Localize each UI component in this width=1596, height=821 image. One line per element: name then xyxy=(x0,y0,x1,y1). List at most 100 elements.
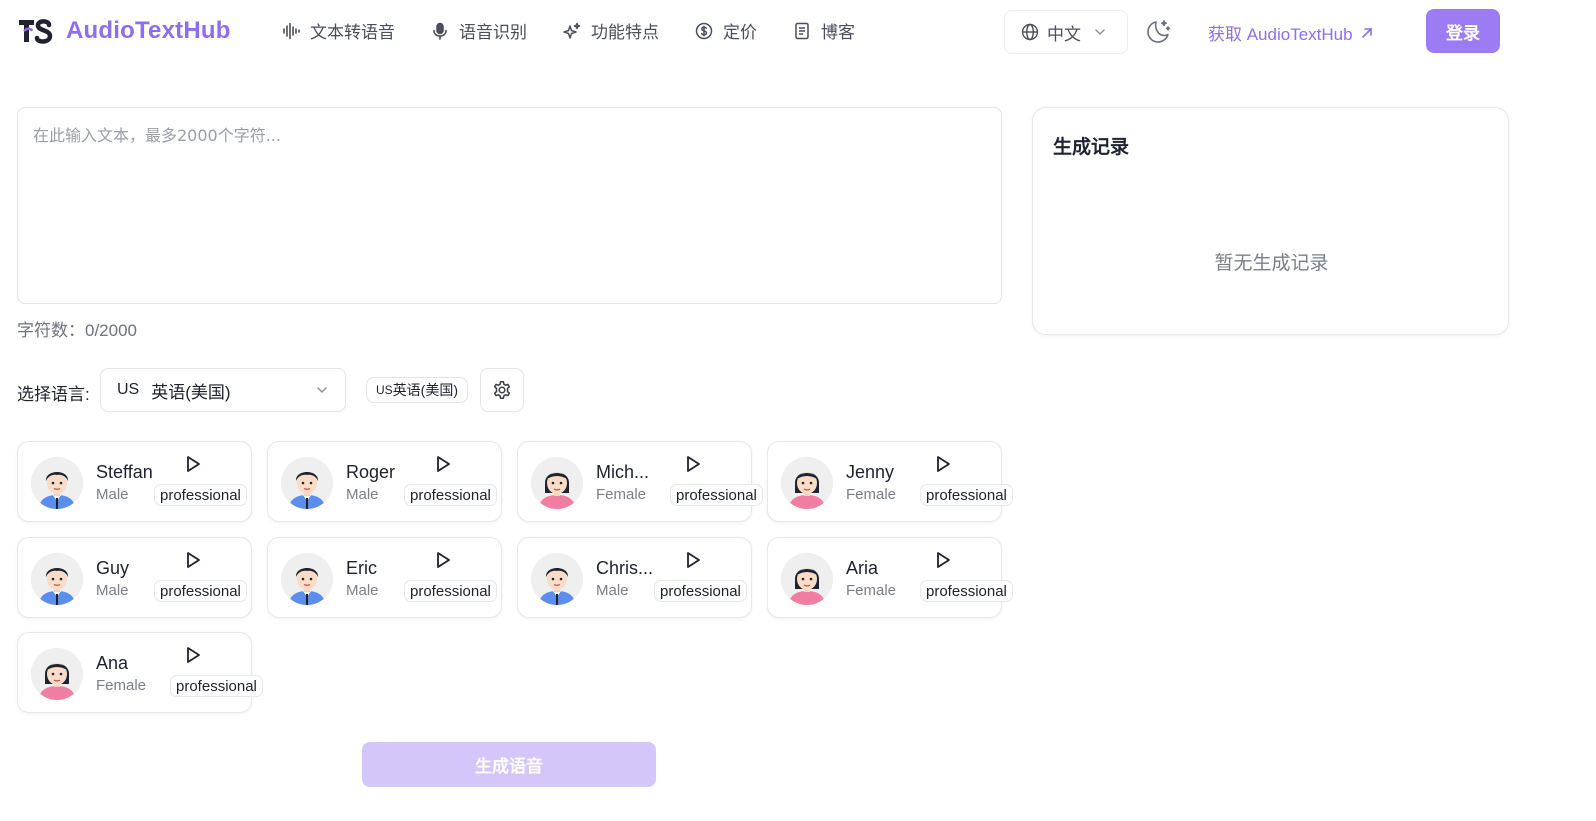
play-preview-button[interactable] xyxy=(433,550,453,570)
voice-card[interactable]: Steffan Male professional xyxy=(17,441,252,522)
voice-name: Ana xyxy=(96,653,129,673)
nav-label: 功能特点 xyxy=(591,23,659,42)
voice-style-tag: professional xyxy=(170,675,263,697)
selected-language-tag: US 英语(美国) xyxy=(366,377,468,403)
generate-speech-button[interactable]: 生成语音 xyxy=(362,742,656,787)
globe-icon xyxy=(1021,23,1039,41)
nav-item-asr[interactable]: 语音识别 xyxy=(431,18,527,43)
voice-settings-button[interactable] xyxy=(480,368,524,412)
voice-gender: Female xyxy=(846,582,897,599)
voice-gender: Male xyxy=(96,582,129,599)
brand-name: AudioTextHub xyxy=(66,17,231,44)
play-preview-button[interactable] xyxy=(933,550,953,570)
get-app-link[interactable]: 获取 AudioTextHub xyxy=(1208,20,1373,45)
play-icon xyxy=(187,552,200,568)
play-preview-button[interactable] xyxy=(183,645,203,665)
nav-item-features[interactable]: 功能特点 xyxy=(563,18,659,43)
voice-card[interactable]: Aria Female professional xyxy=(767,537,1013,618)
voice-style-tag: professional xyxy=(670,484,763,506)
voice-name: Mich... xyxy=(596,462,650,482)
voice-card[interactable]: Roger Male professional xyxy=(267,441,502,522)
play-icon xyxy=(437,456,450,472)
voice-avatar xyxy=(281,553,333,605)
play-icon xyxy=(937,552,950,568)
voice-gender: Female xyxy=(96,677,147,694)
main-nav: 文本转语音 语音识别 功能特点 定价 博客 xyxy=(282,18,891,43)
voice-name: Aria xyxy=(846,558,879,578)
play-icon xyxy=(687,456,700,472)
voice-avatar xyxy=(781,553,833,605)
selected-language-tag-label: 英语(美国) xyxy=(392,382,458,398)
nav-item-pricing[interactable]: 定价 xyxy=(695,18,757,43)
voice-card[interactable]: Guy Male professional xyxy=(17,537,252,618)
voice-name: Roger xyxy=(346,462,396,482)
voice-card[interactable]: Ana Female professional xyxy=(17,632,263,713)
voice-avatar xyxy=(531,553,583,605)
voice-gender: Female xyxy=(846,486,897,503)
voice-card[interactable]: Jenny Female professional xyxy=(767,441,1013,522)
gear-icon xyxy=(493,381,511,399)
voice-card[interactable]: Chris... Male professional xyxy=(517,537,752,618)
play-preview-button[interactable] xyxy=(183,550,203,570)
voice-name: Guy xyxy=(96,558,130,578)
history-title: 生成记录 xyxy=(1053,137,1130,158)
login-button[interactable]: 登录 xyxy=(1426,9,1500,53)
chevron-down-icon xyxy=(1095,29,1105,36)
play-icon xyxy=(937,456,950,472)
top-navbar: AudioTextHub 文本转语音 语音识别 功能特点 定价 博客 中文 获取… xyxy=(0,0,1596,64)
voice-name: Jenny xyxy=(846,462,895,482)
play-icon xyxy=(687,552,700,568)
nav-label: 文本转语音 xyxy=(310,23,395,42)
play-preview-button[interactable] xyxy=(683,454,703,474)
play-icon xyxy=(437,552,450,568)
voice-gender: Male xyxy=(346,582,379,599)
play-preview-button[interactable] xyxy=(433,454,453,474)
voice-gender: Male xyxy=(346,486,379,503)
microphone-icon xyxy=(433,22,447,40)
nav-item-blog[interactable]: 博客 xyxy=(793,18,855,43)
waveform-icon xyxy=(283,22,300,39)
nav-label: 博客 xyxy=(821,23,855,42)
voice-style-tag: professional xyxy=(920,484,1013,506)
voice-gender: Male xyxy=(596,582,629,599)
voice-avatar xyxy=(531,457,583,509)
voice-gender: Male xyxy=(96,486,129,503)
language-select-value: 英语(美国) xyxy=(151,382,231,402)
voice-avatar xyxy=(781,457,833,509)
dollar-circle-icon xyxy=(695,22,713,39)
us-flag-icon: US xyxy=(117,381,140,398)
logo-mark-icon xyxy=(18,14,56,48)
voice-avatar xyxy=(31,648,83,700)
play-icon xyxy=(187,647,200,663)
voice-card[interactable]: Mich... Female professional xyxy=(517,441,763,522)
voice-avatar xyxy=(31,457,83,509)
language-label: 选择语言: xyxy=(17,385,90,404)
play-preview-button[interactable] xyxy=(683,550,703,570)
theme-toggle-button[interactable] xyxy=(1144,18,1172,46)
voice-style-tag: professional xyxy=(920,580,1013,602)
voice-card[interactable]: Eric Male professional xyxy=(267,537,502,618)
sparkles-icon xyxy=(563,22,581,39)
voice-name: Chris... xyxy=(596,558,654,578)
moon-stars-icon xyxy=(1147,20,1171,43)
voice-gender: Female xyxy=(596,486,647,503)
text-input[interactable] xyxy=(17,107,1002,304)
play-icon xyxy=(187,456,200,472)
nav-item-tts[interactable]: 文本转语音 xyxy=(282,18,395,43)
voice-avatar xyxy=(31,553,83,605)
history-panel: 生成记录 暂无生成记录 xyxy=(1032,107,1509,335)
play-preview-button[interactable] xyxy=(933,454,953,474)
nav-label: 定价 xyxy=(723,23,757,42)
history-empty-text: 暂无生成记录 xyxy=(1214,253,1329,274)
play-preview-button[interactable] xyxy=(183,454,203,474)
language-switcher[interactable]: 中文 xyxy=(1004,10,1128,54)
voice-style-tag: professional xyxy=(404,484,497,506)
external-arrow-icon xyxy=(1361,27,1372,38)
voice-name: Eric xyxy=(346,558,377,578)
nav-label: 语音识别 xyxy=(459,23,527,42)
logo[interactable]: AudioTextHub xyxy=(18,14,231,48)
document-icon xyxy=(795,22,809,39)
char-count: 字符数：0/2000 xyxy=(17,321,137,340)
voice-name: Steffan xyxy=(96,462,153,482)
language-select[interactable]: US 英语(美国) xyxy=(100,368,346,412)
